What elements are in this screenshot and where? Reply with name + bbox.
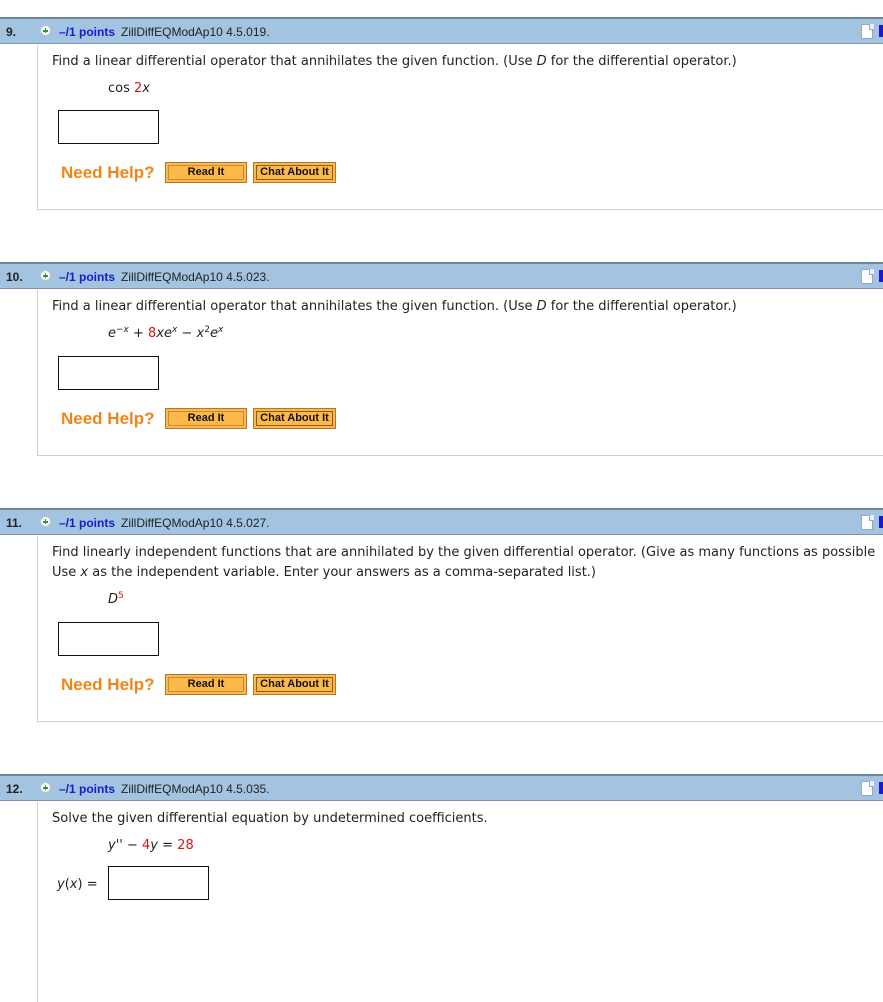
question-number: 12. — [6, 782, 23, 796]
given-equation: y'' − 4y = 28 — [108, 838, 194, 853]
read-it-button[interactable]: Read It — [165, 408, 247, 429]
question-header: 9. –/1 points ZillDiffEQModAp10 4.5.019. — [0, 17, 883, 44]
question-header: 12. –/1 points ZillDiffEQModAp10 4.5.035… — [0, 774, 883, 801]
need-help-label: Need Help? — [61, 163, 155, 182]
expand-plus-icon[interactable] — [40, 270, 51, 281]
question-prompt: Find a linear differential operator that… — [52, 299, 737, 314]
question-code: ZillDiffEQModAp10 4.5.027. — [121, 516, 270, 530]
question-body: Find linearly independent functions that… — [37, 536, 883, 722]
chat-about-it-button[interactable]: Chat About It — [253, 674, 336, 695]
points-label: –/1 points — [59, 25, 116, 39]
question-number: 10. — [6, 270, 23, 284]
note-document-fold — [869, 781, 874, 787]
question-prompt: Find a linear differential operator that… — [52, 54, 737, 69]
need-help-label: Need Help? — [61, 675, 155, 694]
question-body: Solve the given differential equation by… — [37, 802, 883, 1002]
expand-plus-icon[interactable] — [40, 25, 51, 36]
header-link-edge[interactable] — [879, 25, 883, 37]
need-help-label: Need Help? — [61, 409, 155, 428]
question-code: ZillDiffEQModAp10 4.5.019. — [121, 25, 270, 39]
question-number: 11. — [6, 516, 23, 530]
answer-input[interactable] — [58, 356, 159, 390]
question-header: 10. –/1 points ZillDiffEQModAp10 4.5.023… — [0, 262, 883, 289]
given-function: e−x + 8xex − x2ex — [108, 325, 224, 342]
given-function: cos 2x — [108, 81, 150, 96]
points-label: –/1 points — [59, 516, 116, 530]
chat-about-it-button[interactable]: Chat About It — [253, 162, 336, 183]
question-code: ZillDiffEQModAp10 4.5.023. — [121, 270, 270, 284]
header-link-edge[interactable] — [879, 782, 883, 794]
chat-about-it-button[interactable]: Chat About It — [253, 408, 336, 429]
question-header: 11. –/1 points ZillDiffEQModAp10 4.5.027… — [0, 508, 883, 535]
note-document-fold — [869, 515, 874, 521]
expand-plus-icon[interactable] — [40, 782, 51, 793]
points-label: –/1 points — [59, 270, 116, 284]
header-link-edge[interactable] — [879, 270, 883, 282]
read-it-button[interactable]: Read It — [165, 162, 247, 183]
question-body: Find a linear differential operator that… — [37, 290, 883, 456]
note-document-fold — [869, 24, 874, 30]
answer-input[interactable] — [58, 110, 159, 144]
question-prompt-line-1: Find linearly independent functions that… — [52, 545, 876, 560]
points-label: –/1 points — [59, 782, 116, 796]
answer-label: y(x) = — [57, 877, 98, 892]
answer-input-yx[interactable] — [108, 866, 209, 900]
question-code: ZillDiffEQModAp10 4.5.035. — [121, 782, 270, 796]
answer-input[interactable] — [58, 622, 159, 656]
question-prompt: Solve the given differential equation by… — [52, 811, 488, 826]
question-number: 9. — [6, 25, 17, 39]
expand-plus-icon[interactable] — [40, 516, 51, 527]
question-prompt-line-2: Use x as the independent variable. Enter… — [52, 565, 596, 580]
header-link-edge[interactable] — [879, 516, 883, 528]
question-body: Find a linear differential operator that… — [37, 45, 883, 210]
read-it-button[interactable]: Read It — [165, 674, 247, 695]
note-document-fold — [869, 269, 874, 275]
given-operator: D5 — [108, 591, 124, 608]
